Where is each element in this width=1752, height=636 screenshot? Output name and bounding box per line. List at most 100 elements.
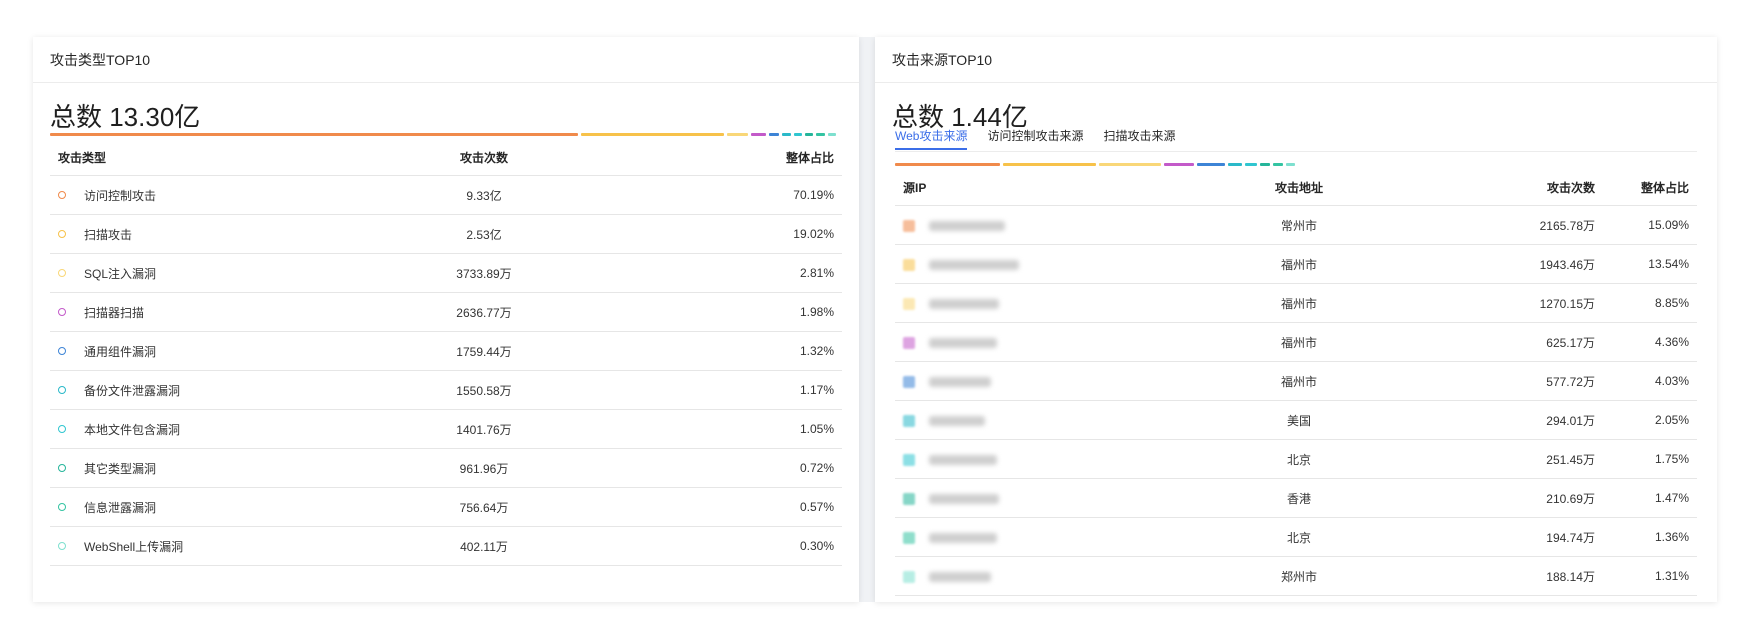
- table-row[interactable]: 备份文件泄露漏洞 1550.58万 1.17%: [50, 370, 842, 410]
- attack-type-label: 通用组件漏洞: [84, 344, 157, 359]
- attack-count: 2636.77万: [426, 292, 542, 332]
- table-row[interactable]: 郑州市 188.14万 1.31%: [895, 556, 1697, 596]
- share-bar-segment: [1227, 163, 1243, 166]
- table-row[interactable]: SQL注入漏洞 3733.89万 2.81%: [50, 253, 842, 293]
- attack-count: 756.64万: [426, 487, 542, 527]
- share-bar-segment: [1099, 163, 1161, 166]
- ip-color-marker: [903, 414, 915, 427]
- attack-type-label: 本地文件包含漏洞: [84, 422, 181, 437]
- legend-circle-icon: [58, 386, 66, 394]
- attack-location: 香港: [1241, 478, 1357, 518]
- source-tabs: Web攻击来源 访问控制攻击来源 扫描攻击来源: [895, 127, 1176, 150]
- attack-location: 北京: [1241, 517, 1357, 557]
- table-row[interactable]: 访问控制攻击 9.33亿 70.19%: [50, 175, 842, 215]
- column-header-source-ip: 源IP: [895, 169, 1241, 206]
- attack-type-cell: 扫描器扫描: [50, 292, 426, 332]
- redacted-ip: [929, 493, 999, 504]
- share-bar-segment: [769, 133, 780, 136]
- attack-share: 2.05%: [1603, 400, 1697, 440]
- attack-count: 194.74万: [1357, 517, 1603, 557]
- table-header-row: 攻击类型 攻击次数 整体占比: [50, 139, 842, 176]
- table-row[interactable]: 其它类型漏洞 961.96万 0.72%: [50, 448, 842, 488]
- attack-location: 北京: [1241, 439, 1357, 479]
- attack-type-label: 扫描器扫描: [84, 305, 145, 320]
- source-ip-cell: [895, 205, 1241, 245]
- attack-type-label: 访问控制攻击: [84, 188, 157, 203]
- redacted-ip: [929, 259, 1019, 270]
- attack-share: 0.30%: [542, 526, 842, 566]
- table-row[interactable]: 福州市 1270.15万 8.85%: [895, 283, 1697, 323]
- legend-circle-icon: [58, 230, 66, 238]
- share-bar-segment: [581, 133, 725, 136]
- legend-circle-icon: [58, 191, 66, 199]
- attack-type-label: WebShell上传漏洞: [84, 539, 184, 554]
- source-ip-cell: [895, 478, 1241, 518]
- table-row[interactable]: 美国 294.01万 2.05%: [895, 400, 1697, 440]
- table-row[interactable]: 本地文件包含漏洞 1401.76万 1.05%: [50, 409, 842, 449]
- attack-type-cell: 访问控制攻击: [50, 175, 426, 215]
- attack-share: 0.57%: [542, 487, 842, 527]
- column-header-type: 攻击类型: [50, 139, 426, 176]
- attack-type-cell: WebShell上传漏洞: [50, 526, 426, 566]
- share-bar: [895, 163, 1295, 166]
- attack-count: 210.69万: [1357, 478, 1603, 518]
- attack-share: 1.98%: [542, 292, 842, 332]
- table-row[interactable]: 扫描攻击 2.53亿 19.02%: [50, 214, 842, 254]
- source-ip-cell: [895, 361, 1241, 401]
- tabs-divider: [895, 151, 1697, 152]
- panel-title: 攻击类型TOP10: [50, 51, 151, 68]
- attack-count: 577.72万: [1357, 361, 1603, 401]
- tab-access-control-source[interactable]: 访问控制攻击来源: [987, 127, 1083, 150]
- column-header-share: 整体占比: [542, 139, 842, 176]
- attack-type-label: 信息泄露漏洞: [84, 500, 157, 515]
- attack-count: 2165.78万: [1357, 205, 1603, 245]
- legend-circle-icon: [58, 464, 66, 472]
- ip-color-marker: [903, 531, 915, 544]
- share-bar-segment: [827, 133, 837, 136]
- tab-scan-attack-source[interactable]: 扫描攻击来源: [1103, 127, 1175, 150]
- attack-share: 1.05%: [542, 409, 842, 449]
- attack-type-cell: 信息泄露漏洞: [50, 487, 426, 527]
- tab-web-attack-source[interactable]: Web攻击来源: [895, 127, 968, 150]
- share-bar-segment: [50, 133, 579, 136]
- attack-share: 70.19%: [542, 175, 842, 215]
- table-row[interactable]: 北京 194.74万 1.36%: [895, 517, 1697, 557]
- attack-count: 2.53亿: [426, 214, 542, 254]
- share-bar-segment: [816, 133, 825, 136]
- column-header-count: 攻击次数: [1357, 169, 1603, 206]
- ip-color-marker: [903, 219, 915, 232]
- attack-type-label: SQL注入漏洞: [84, 266, 157, 281]
- attack-count: 402.11万: [426, 526, 542, 566]
- share-bar-segment: [782, 133, 791, 136]
- source-ip-cell: [895, 556, 1241, 596]
- source-ip-cell: [895, 517, 1241, 557]
- attack-type-cell: 备份文件泄露漏洞: [50, 370, 426, 410]
- table-row[interactable]: 香港 210.69万 1.47%: [895, 478, 1697, 518]
- table-row[interactable]: 常州市 2165.78万 15.09%: [895, 205, 1697, 245]
- attack-type-panel: 攻击类型TOP10 总数 13.30亿 攻击类型 攻击次数 整体占比 访问控制攻…: [33, 37, 859, 602]
- table-row[interactable]: 福州市 1943.46万 13.54%: [895, 244, 1697, 284]
- legend-circle-icon: [58, 269, 66, 277]
- redacted-ip: [929, 415, 985, 426]
- ip-color-marker: [903, 336, 915, 349]
- attack-count: 188.14万: [1357, 556, 1603, 596]
- table-row[interactable]: 福州市 577.72万 4.03%: [895, 361, 1697, 401]
- share-bar-segment: [751, 133, 767, 136]
- table-row[interactable]: WebShell上传漏洞 402.11万 0.30%: [50, 526, 842, 566]
- attack-type-label: 其它类型漏洞: [84, 461, 157, 476]
- table-row[interactable]: 北京 251.45万 1.75%: [895, 439, 1697, 479]
- source-ip-cell: [895, 439, 1241, 479]
- attack-type-cell: 其它类型漏洞: [50, 448, 426, 488]
- share-bar-segment: [1260, 163, 1271, 166]
- attack-location: 福州市: [1241, 244, 1357, 284]
- attack-share: 1.31%: [1603, 556, 1697, 596]
- table-row[interactable]: 信息泄露漏洞 756.64万 0.57%: [50, 487, 842, 527]
- attack-share: 2.81%: [542, 253, 842, 293]
- source-ip-cell: [895, 322, 1241, 362]
- table-row[interactable]: 福州市 625.17万 4.36%: [895, 322, 1697, 362]
- share-bar-segment: [1245, 163, 1258, 166]
- table-row[interactable]: 扫描器扫描 2636.77万 1.98%: [50, 292, 842, 332]
- column-header-share: 整体占比: [1603, 169, 1697, 206]
- table-row[interactable]: 通用组件漏洞 1759.44万 1.32%: [50, 331, 842, 371]
- attack-count: 251.45万: [1357, 439, 1603, 479]
